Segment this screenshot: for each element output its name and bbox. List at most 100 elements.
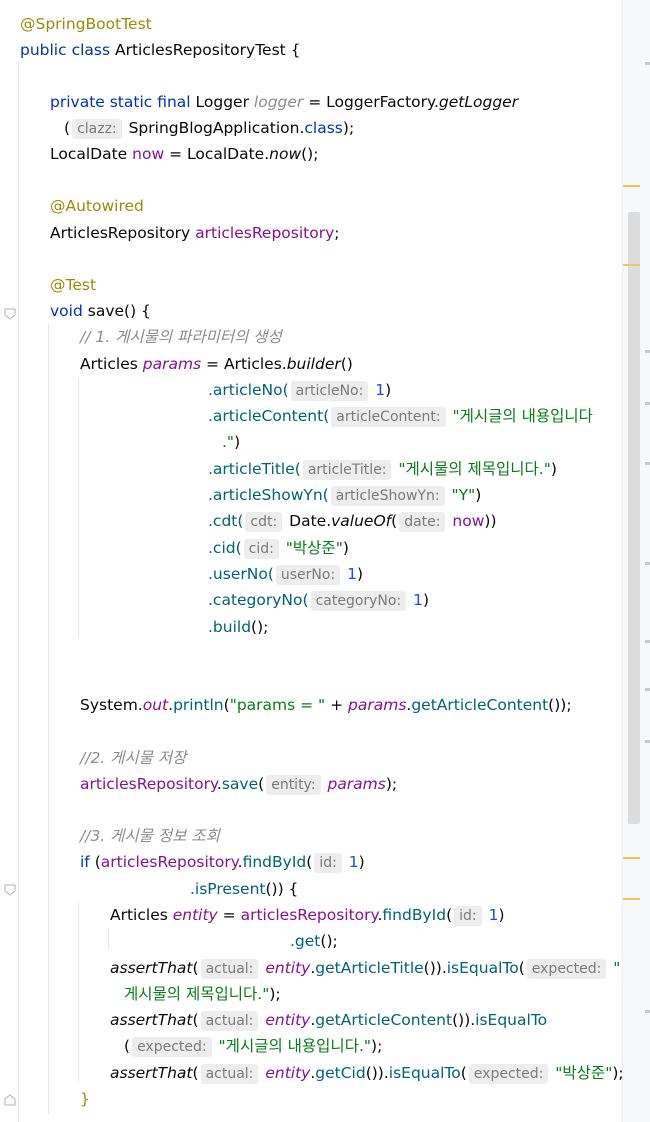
minimap-marker [645, 62, 650, 65]
code-line: void save() { [50, 298, 151, 324]
warning-marker[interactable] [623, 857, 640, 859]
code-text: ) [356, 565, 364, 583]
code-text: (); [251, 618, 269, 636]
keyword: void [50, 302, 83, 320]
method-call: .build [208, 618, 252, 636]
local-variable: entity [260, 1064, 311, 1082]
method-call: .categoryNo( [208, 591, 309, 609]
code-text: ( [124, 1037, 131, 1055]
code-text: ( [518, 959, 525, 977]
code-text: ( [446, 906, 453, 924]
code-line: //3. 게시물 정보 조회 [80, 823, 220, 849]
param-hint: id: [314, 853, 342, 873]
code-line: public class ArticlesRepositoryTest { [20, 37, 301, 63]
code-text: ( [460, 1064, 467, 1082]
warning-marker[interactable] [623, 264, 640, 266]
method-call: isEqualTo [446, 959, 519, 977]
code-line: .userNo(userNo: 1) [208, 561, 363, 587]
param-hint: expected: [468, 1064, 549, 1084]
method-call: .articleShowYn( [208, 486, 329, 504]
method-call: .articleNo( [208, 381, 289, 399]
code-editor[interactable]: @SpringBootTest public class ArticlesRep… [0, 0, 624, 1122]
class-name: ArticlesRepositoryTest { [110, 41, 301, 59]
code-text: ) [358, 853, 365, 871]
warning-marker[interactable] [623, 898, 640, 900]
param-hint: articleNo: [290, 381, 369, 401]
code-line: } [80, 1086, 90, 1112]
code-line: .articleShowYn(articleShowYn: "Y") [208, 482, 481, 508]
method-call: .cdt( [208, 512, 244, 530]
static-method: now [269, 145, 302, 163]
code-text: () [340, 355, 353, 373]
code-text: = Articles. [201, 355, 287, 373]
code-text: ) [550, 460, 557, 478]
minimap-marker [645, 1010, 650, 1013]
method-call: .articleTitle( [208, 460, 301, 478]
code-line: @Test [50, 272, 96, 298]
warning-marker[interactable] [623, 185, 640, 187]
vertical-scrollbar[interactable] [628, 212, 640, 824]
type: Logger [190, 93, 254, 111]
comment: //2. 게시물 저장 [80, 749, 187, 767]
string: ." [222, 433, 235, 451]
code-line: .categoryNo(categoryNo: 1) [208, 587, 429, 613]
param-hint: cid: [243, 539, 279, 559]
static-method: builder [286, 355, 341, 373]
param-hint: expected: [526, 959, 607, 979]
code-line: assertThat(actual: entity.getArticleCont… [110, 1007, 547, 1033]
field: articlesRepository [100, 853, 238, 871]
code-text: ); [269, 985, 281, 1003]
code-text: SpringBlogApplication. [123, 119, 305, 137]
code-text: ()); [548, 696, 572, 714]
code-line: assertThat(actual: entity.getArticleTitl… [110, 955, 620, 981]
param-hint: articleShowYn: [330, 486, 445, 506]
local-variable: params [142, 355, 202, 373]
type: Articles [80, 355, 143, 373]
annotation: @SpringBootTest [20, 15, 152, 33]
local-variable: params [348, 696, 407, 714]
field: now [447, 512, 485, 530]
fold-icon[interactable] [4, 884, 16, 896]
string: "게시물의 제목입니다." [393, 460, 551, 478]
code-line: (expected: "게시글의 내용입니다."); [124, 1033, 382, 1059]
code-text: (); [320, 932, 338, 950]
code-line: if (articlesRepository.findById(id: 1) [80, 849, 365, 875]
code-line: Articles params = Articles.builder() [80, 351, 353, 377]
code-text: ) [342, 539, 349, 557]
code-line: .articleNo(articleNo: 1) [208, 377, 391, 403]
code-line: .build(); [208, 614, 268, 640]
code-text: ( [89, 853, 101, 871]
code-text: ()). [365, 1064, 389, 1082]
method-call: save [221, 775, 259, 793]
indent-guide [108, 928, 109, 950]
code-line: 게시물의 제목입니다."); [124, 981, 281, 1007]
field: articlesRepository [195, 224, 335, 242]
param-hint: userNo: [275, 565, 341, 585]
code-line: Articles entity = articlesRepository.fin… [110, 902, 505, 928]
method-call: .userNo( [208, 565, 274, 583]
fold-icon[interactable] [4, 308, 16, 320]
number: 1 [342, 565, 357, 583]
minimap-marker [645, 740, 650, 743]
type: ArticlesRepository [50, 224, 196, 242]
code-line: @SpringBootTest [20, 11, 152, 37]
number: 1 [408, 591, 423, 609]
code-text: = [217, 906, 241, 924]
string: "params = " [229, 696, 326, 714]
code-text: ()) { [265, 880, 299, 898]
param-hint: entity: [266, 775, 321, 795]
fold-icon[interactable] [4, 1094, 16, 1106]
code-line: assertThat(actual: entity.getCid()).isEq… [110, 1060, 624, 1086]
code-line: .isPresent()) { [190, 876, 298, 902]
minimap-marker [645, 562, 650, 565]
method-call: .isPresent [190, 880, 266, 898]
code-text: ( [306, 853, 313, 871]
indent-guide [78, 902, 79, 1082]
number: 1 [370, 381, 386, 399]
keyword: if [80, 853, 90, 871]
method-call: findById [382, 906, 447, 924]
unused-field: logger [253, 93, 304, 111]
code-line: LocalDate now = LocalDate.now(); [50, 141, 318, 167]
code-text: (); [301, 145, 319, 163]
param-hint: categoryNo: [310, 591, 407, 611]
